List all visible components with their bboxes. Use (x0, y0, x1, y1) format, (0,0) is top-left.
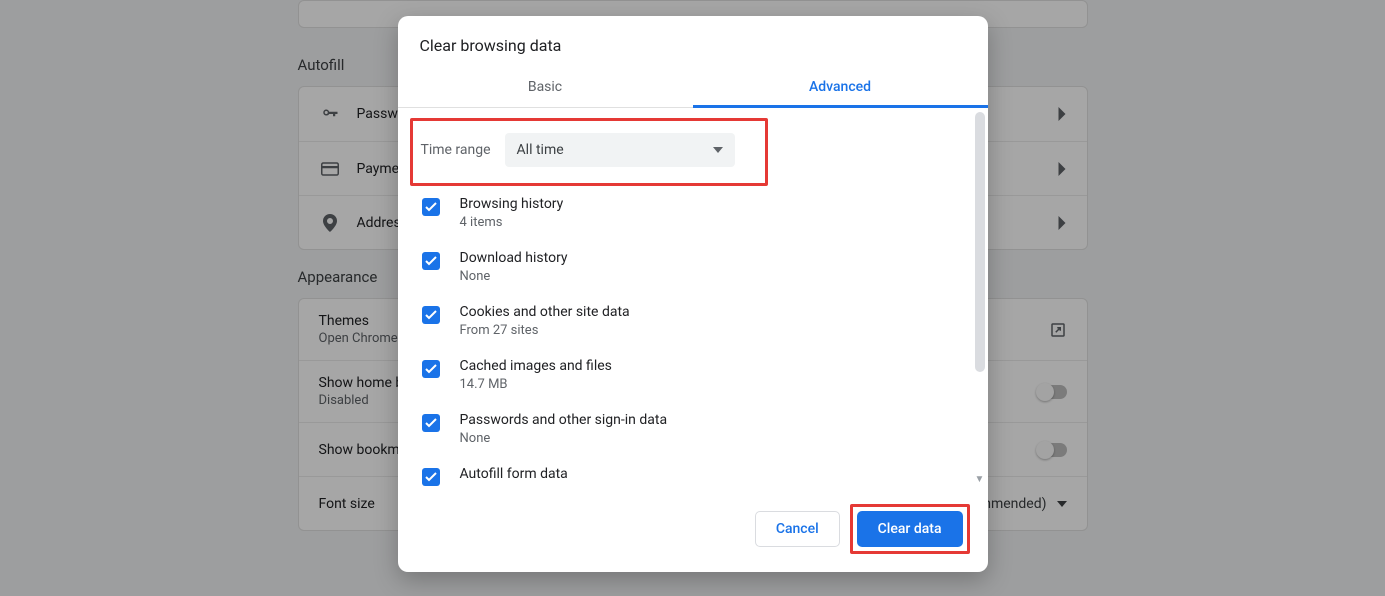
check-icon (425, 202, 437, 212)
check-icon (425, 364, 437, 374)
time-range-value: All time (517, 142, 564, 158)
data-item-sub: None (460, 269, 568, 284)
dialog-footer: Cancel Clear data (398, 488, 988, 572)
checkbox-passwords[interactable] (422, 414, 440, 432)
clear-data-highlight: Clear data (850, 504, 970, 554)
checkbox-autofill[interactable] (422, 468, 440, 486)
data-item-label: Download history (460, 250, 568, 266)
time-range-row: Time range All time (419, 127, 759, 177)
clear-browsing-data-dialog: Clear browsing data Basic Advanced Time … (398, 16, 988, 572)
dialog-title: Clear browsing data (398, 16, 988, 69)
cancel-button[interactable]: Cancel (755, 511, 840, 547)
data-item-label: Browsing history (460, 196, 564, 212)
clear-data-button[interactable]: Clear data (857, 511, 963, 547)
data-item-browsing-history[interactable]: Browsing history 4 items (418, 186, 968, 240)
checkbox-browsing-history[interactable] (422, 198, 440, 216)
data-item-label: Cookies and other site data (460, 304, 630, 320)
time-range-label: Time range (421, 142, 491, 158)
data-item-label: Passwords and other sign-in data (460, 412, 668, 428)
checkbox-download-history[interactable] (422, 252, 440, 270)
data-item-sub: 14.7 MB (460, 377, 612, 392)
data-item-sub: None (460, 431, 668, 446)
tab-advanced[interactable]: Advanced (693, 69, 988, 108)
check-icon (425, 310, 437, 320)
chevron-down-icon (713, 147, 723, 153)
checkbox-cached[interactable] (422, 360, 440, 378)
time-range-highlight: Time range All time (410, 118, 768, 186)
data-item-label: Cached images and files (460, 358, 612, 374)
tab-basic[interactable]: Basic (398, 69, 693, 107)
check-icon (425, 472, 437, 482)
data-item-sub: From 27 sites (460, 323, 630, 338)
dialog-tabs: Basic Advanced (398, 69, 988, 108)
scroll-down-icon[interactable]: ▼ (974, 474, 986, 486)
dialog-scroll-area[interactable]: Time range All time Browsing history 4 i… (398, 108, 988, 488)
time-range-select[interactable]: All time (505, 133, 735, 167)
check-icon (425, 418, 437, 428)
data-item-cookies[interactable]: Cookies and other site data From 27 site… (418, 294, 968, 348)
scrollbar-thumb[interactable] (975, 112, 985, 372)
data-item-autofill[interactable]: Autofill form data (418, 456, 968, 488)
checkbox-cookies[interactable] (422, 306, 440, 324)
data-item-cached[interactable]: Cached images and files 14.7 MB (418, 348, 968, 402)
check-icon (425, 256, 437, 266)
data-item-passwords[interactable]: Passwords and other sign-in data None (418, 402, 968, 456)
data-item-download-history[interactable]: Download history None (418, 240, 968, 294)
data-item-sub: 4 items (460, 215, 564, 230)
data-item-label: Autofill form data (460, 466, 568, 482)
dialog-body: Time range All time Browsing history 4 i… (398, 108, 988, 488)
